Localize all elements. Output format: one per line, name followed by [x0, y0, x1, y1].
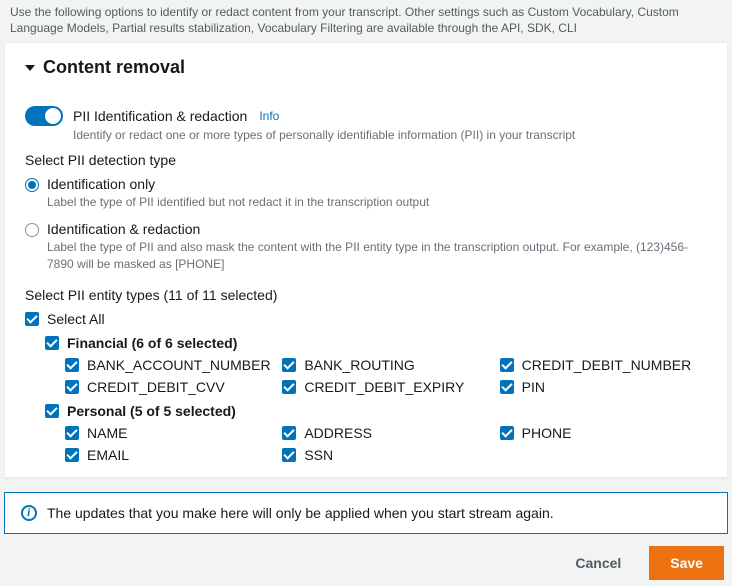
detection-type-label: Select PII detection type — [25, 152, 707, 168]
radio-identification-redaction[interactable] — [25, 223, 39, 237]
pii-toggle-label: PII Identification & redaction — [73, 108, 247, 124]
pii-toggle-desc: Identify or redact one or more types of … — [73, 128, 707, 142]
entity-label: CREDIT_DEBIT_EXPIRY — [304, 379, 464, 395]
save-button[interactable]: Save — [649, 546, 724, 580]
panel-header[interactable]: Content removal — [5, 43, 727, 88]
info-link[interactable]: Info — [259, 109, 279, 123]
entity-label: NAME — [87, 425, 127, 441]
financial-category-label: Financial (6 of 6 selected) — [67, 335, 237, 351]
entity-checkbox[interactable] — [282, 426, 296, 440]
entity-label: PIN — [522, 379, 545, 395]
entity-checkbox[interactable] — [500, 358, 514, 372]
personal-category-label: Personal (5 of 5 selected) — [67, 403, 236, 419]
entity-label: EMAIL — [87, 447, 129, 463]
intro-text: Use the following options to identify or… — [0, 0, 732, 42]
personal-category-checkbox[interactable] — [45, 404, 59, 418]
entity-checkbox[interactable] — [282, 380, 296, 394]
content-removal-panel: Content removal PII Identification & red… — [4, 42, 728, 477]
info-alert: The updates that you make here will only… — [4, 492, 728, 534]
entity-label: CREDIT_DEBIT_CVV — [87, 379, 225, 395]
financial-category-checkbox[interactable] — [45, 336, 59, 350]
personal-entity-grid: NAME ADDRESS PHONE EMAIL SSN — [65, 425, 707, 463]
entity-label: PHONE — [522, 425, 572, 441]
pii-toggle[interactable] — [25, 106, 63, 126]
detection-radio-group: Identification only Label the type of PI… — [25, 176, 707, 272]
select-all-checkbox[interactable] — [25, 312, 39, 326]
panel-body: PII Identification & redaction Info Iden… — [5, 88, 727, 476]
cancel-button[interactable]: Cancel — [557, 547, 639, 579]
alert-text: The updates that you make here will only… — [47, 505, 554, 521]
info-icon — [21, 505, 37, 521]
entity-checkbox[interactable] — [65, 380, 79, 394]
entity-types-label: Select PII entity types (11 of 11 select… — [25, 287, 707, 303]
select-all-label: Select All — [47, 311, 105, 327]
entity-checkbox[interactable] — [282, 358, 296, 372]
entity-checkbox[interactable] — [282, 448, 296, 462]
radio-identification-redaction-label: Identification & redaction — [47, 221, 200, 237]
entity-label: CREDIT_DEBIT_NUMBER — [522, 357, 692, 373]
entity-checkbox[interactable] — [65, 448, 79, 462]
entity-checkbox[interactable] — [65, 426, 79, 440]
entity-label: SSN — [304, 447, 333, 463]
caret-down-icon — [25, 65, 35, 71]
panel-title: Content removal — [43, 57, 185, 78]
radio-identification-only-label: Identification only — [47, 176, 155, 192]
radio-identification-redaction-desc: Label the type of PII and also mask the … — [47, 239, 707, 273]
entity-checkbox[interactable] — [65, 358, 79, 372]
radio-identification-only-desc: Label the type of PII identified but not… — [47, 194, 707, 211]
entity-checkbox[interactable] — [500, 426, 514, 440]
entity-label: BANK_ACCOUNT_NUMBER — [87, 357, 271, 373]
entity-label: ADDRESS — [304, 425, 372, 441]
footer: Cancel Save — [0, 542, 732, 586]
entity-checkbox[interactable] — [500, 380, 514, 394]
radio-identification-only[interactable] — [25, 178, 39, 192]
entity-label: BANK_ROUTING — [304, 357, 414, 373]
financial-entity-grid: BANK_ACCOUNT_NUMBER BANK_ROUTING CREDIT_… — [65, 357, 707, 395]
